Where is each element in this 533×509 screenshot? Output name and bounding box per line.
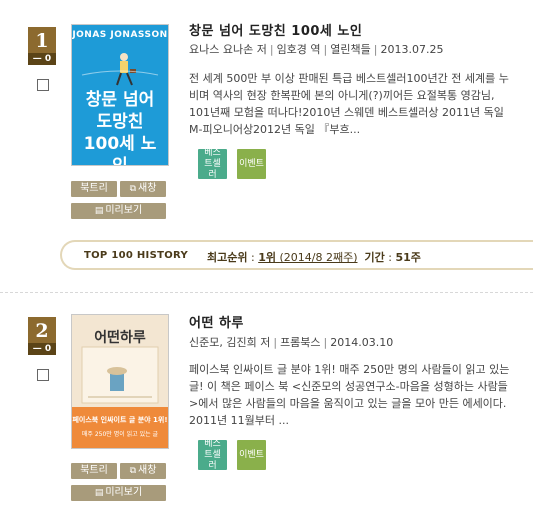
book-author[interactable]: 신준모, 김진희 저 — [189, 336, 270, 349]
rank-number: 1 — [35, 30, 49, 52]
cover-banner-text: 페이스북 인싸이트 글 분야 1위! — [72, 416, 168, 424]
cover-banner: 페이스북 인싸이트 글 분야 1위! 매주 250만 명이 읽고 있는 글 — [72, 407, 168, 448]
booktree-button[interactable]: 북트리 — [71, 181, 117, 197]
rank-number: 2 — [35, 320, 49, 342]
book-author[interactable]: 요나스 요나손 저 — [189, 43, 267, 56]
rank-badge: 1 — 0 — [28, 27, 56, 65]
book-cover[interactable]: 어떤하루 페이스북 인싸이트 글 분야 1위! 매주 250만 명이 읽고 있는… — [71, 314, 169, 449]
book-date: 2014.03.10 — [330, 336, 394, 349]
history-detail: 최고순위 : 1위 (2014/8 2째주) 기간 : 51주 — [207, 251, 421, 264]
history-title: TOP 100 HISTORY — [84, 250, 188, 261]
new-window-icon: ⧉ — [129, 466, 137, 476]
cover-banner-sub: 매주 250만 명이 읽고 있는 글 — [81, 431, 159, 438]
book-publisher[interactable]: 열린책들 — [330, 43, 370, 56]
rank-change: — 0 — [28, 343, 56, 355]
new-window-button[interactable]: ⧉ 새창 — [120, 463, 166, 479]
period-label: 기간 — [364, 251, 385, 264]
preview-label: 미리보기 — [105, 487, 143, 498]
booktree-label: 북트리 — [80, 183, 108, 194]
book-icon: ▤ — [94, 488, 104, 498]
bestseller-badge[interactable]: 베스트셀러 — [198, 439, 227, 471]
book-translator[interactable]: 임호경 역 — [277, 43, 321, 56]
book-cover[interactable]: JONAS JONASSON 창문 넘어 도망친 100세 노인 — [71, 24, 169, 166]
new-window-icon: ⧉ — [129, 184, 137, 194]
period-value: 51주 — [395, 251, 421, 264]
preview-button[interactable]: ▤ 미리보기 — [71, 203, 166, 219]
book-title[interactable]: 어떤 하루 — [189, 312, 244, 331]
book-description[interactable]: 전 세계 500만 부 이상 판매된 특급 베스트셀러100년간 전 세계를 누… — [189, 70, 511, 138]
rank-change: — 0 — [28, 53, 56, 65]
book-description[interactable]: 페이스북 인싸이트 글 분야 1위! 매주 250만 명의 사람들이 읽고 있는… — [189, 361, 511, 429]
booktree-label: 북트리 — [80, 465, 108, 476]
book-meta: 신준모, 김진희 저 | 프롬북스 | 2014.03.10 — [189, 336, 394, 349]
rank-badge: 2 — 0 — [28, 317, 56, 355]
book-publisher[interactable]: 프롬북스 — [280, 336, 320, 349]
cover-title: 창문 넘어 도망친 100세 노인 — [83, 90, 157, 166]
event-badge[interactable]: 이벤트 — [237, 440, 266, 470]
booktree-button[interactable]: 북트리 — [71, 463, 117, 479]
best-rank-label: 최고순위 — [207, 251, 248, 264]
bestseller-badge[interactable]: 베스트셀러 — [198, 148, 227, 180]
event-badge[interactable]: 이벤트 — [237, 149, 266, 179]
book-meta: 요나스 요나손 저 | 임호경 역 | 열린책들 | 2013.07.25 — [189, 43, 444, 56]
select-checkbox[interactable] — [37, 369, 49, 381]
book-title[interactable]: 창문 넘어 도망친 100세 노인 — [189, 20, 362, 39]
book-icon: ▤ — [94, 206, 104, 216]
new-window-label: 새창 — [138, 465, 157, 476]
preview-button[interactable]: ▤ 미리보기 — [71, 485, 166, 501]
divider — [0, 292, 533, 293]
new-window-label: 새창 — [138, 183, 157, 194]
preview-label: 미리보기 — [105, 205, 143, 216]
new-window-button[interactable]: ⧉ 새창 — [120, 181, 166, 197]
best-rank-link[interactable]: 1위 (2014/8 2째주) — [258, 251, 357, 264]
book-date: 2013.07.25 — [380, 43, 444, 56]
select-checkbox[interactable] — [37, 79, 49, 91]
